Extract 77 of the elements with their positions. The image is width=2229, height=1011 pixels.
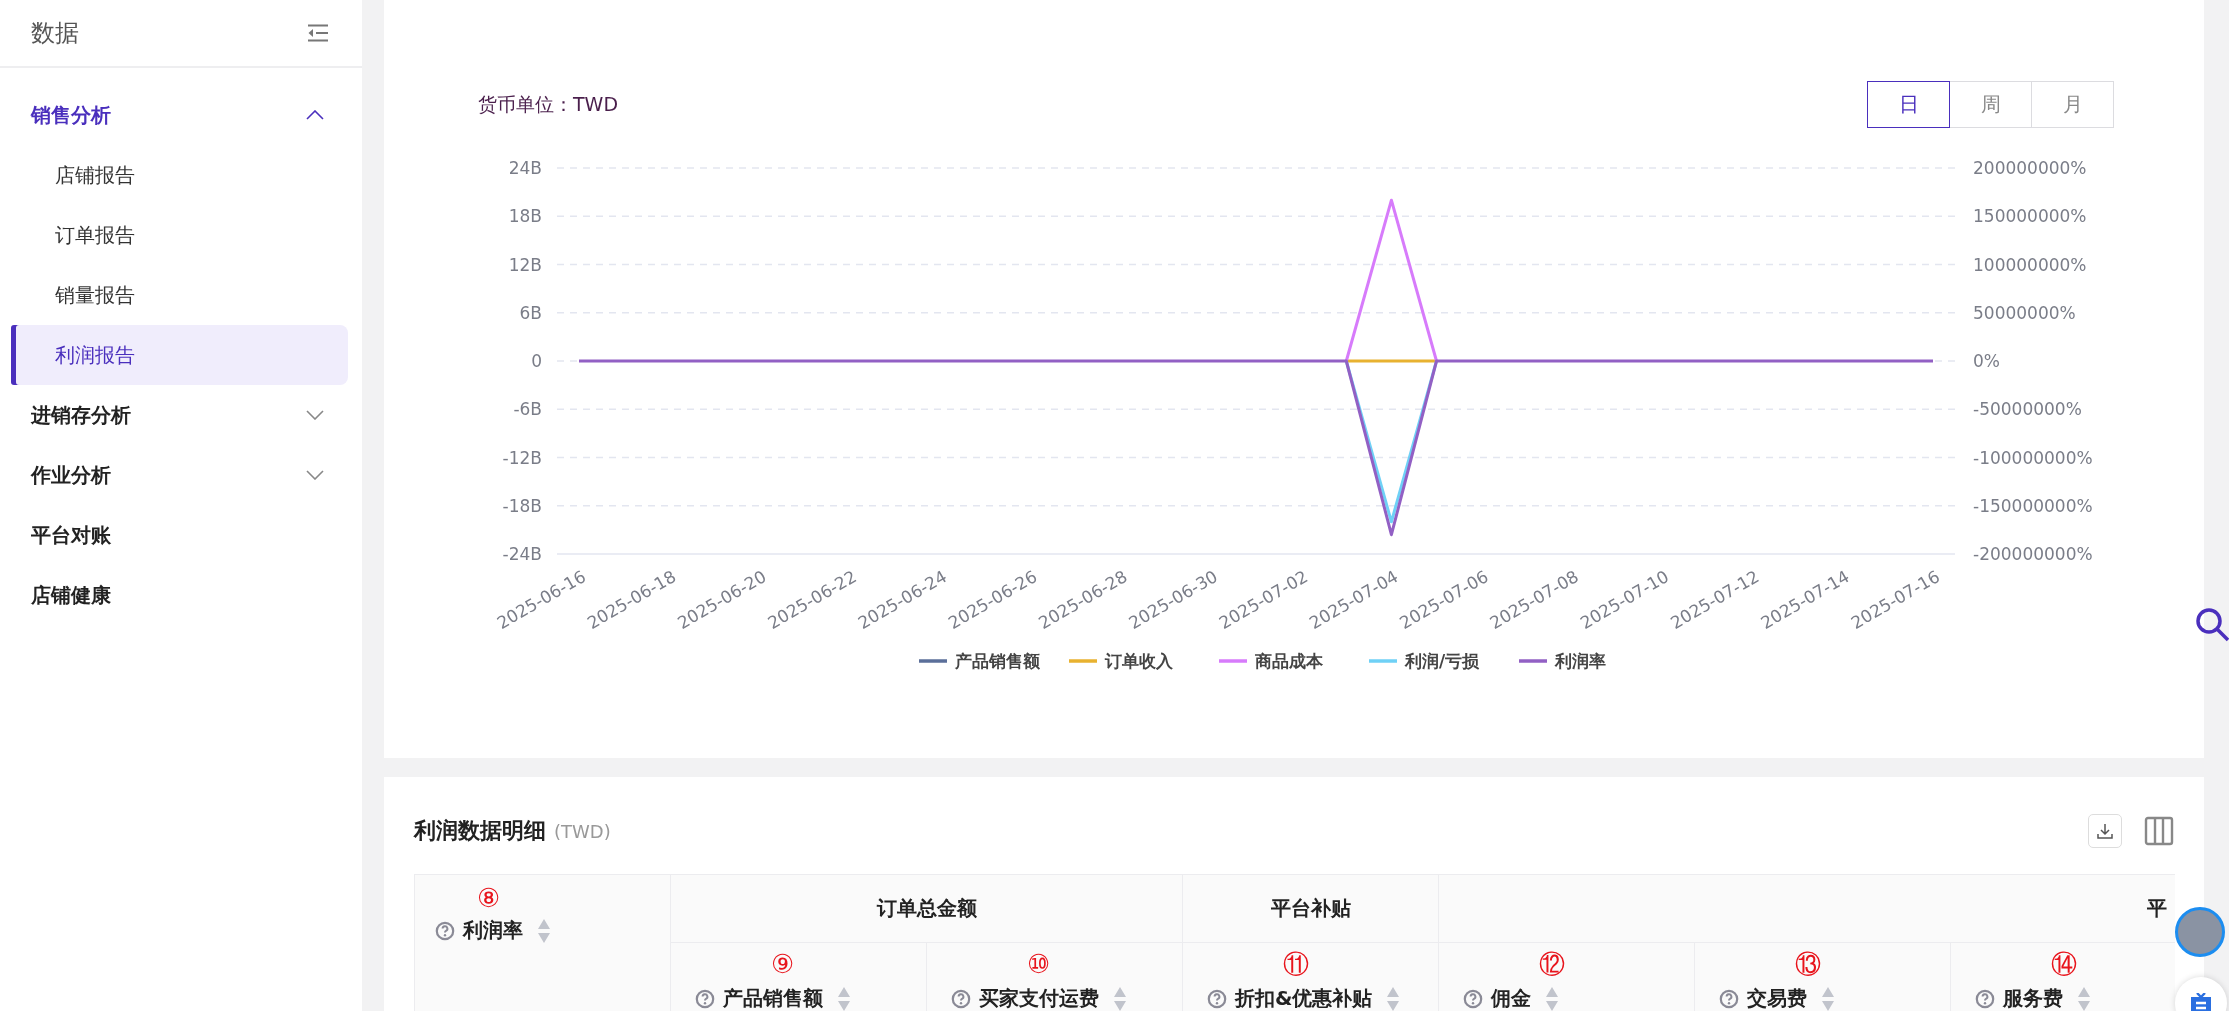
table-header-cell[interactable]: ⑨ 产品销售额 xyxy=(671,943,927,1011)
chat-icon xyxy=(2189,993,2213,1011)
legend-label: 订单收入 xyxy=(1104,651,1174,671)
legend-label: 利润/亏损 xyxy=(1404,651,1481,671)
menu-item[interactable]: 作业分析 xyxy=(0,445,362,505)
help-icon xyxy=(1463,988,1483,1009)
sort-icon[interactable] xyxy=(537,917,551,944)
y-axis-label: -150000000% xyxy=(1973,495,2093,516)
y-axis-label: 24B xyxy=(508,158,542,178)
y-axis-label: -100000000% xyxy=(1973,447,2093,468)
avatar[interactable] xyxy=(2175,907,2225,957)
sort-icon[interactable] xyxy=(1821,985,1835,1011)
y-axis-label: 0% xyxy=(1973,351,2000,371)
y-axis-label: -24B xyxy=(502,544,542,564)
y-axis-label: 150000000% xyxy=(1973,206,2087,227)
help-icon xyxy=(1975,988,1995,1009)
submenu-item[interactable]: 店铺报告 xyxy=(11,145,348,205)
help-icon xyxy=(951,988,971,1009)
group-header: 平台补贴 xyxy=(1270,895,1351,922)
legend-label: 利润率 xyxy=(1554,651,1606,671)
submenu-item[interactable]: 销量报告 xyxy=(11,265,348,325)
help-icon xyxy=(1207,988,1227,1009)
sort-icon[interactable] xyxy=(837,985,851,1011)
menu-item[interactable]: 进销存分析 xyxy=(0,385,362,445)
legend-item[interactable]: 利润率 xyxy=(1519,651,1606,671)
columns-icon[interactable] xyxy=(2144,815,2174,846)
y-axis-label: 6B xyxy=(519,302,542,323)
legend-item[interactable]: 利润/亏损 xyxy=(1369,651,1480,671)
legend-label: 商品成本 xyxy=(1254,651,1324,671)
sort-icon[interactable] xyxy=(2077,985,2091,1011)
y-axis-label: -12B xyxy=(502,447,542,468)
sidebar-title: 数据 xyxy=(31,18,79,49)
sort-icon[interactable] xyxy=(1113,985,1127,1011)
sort-icon[interactable] xyxy=(1545,985,1559,1011)
search-icon[interactable] xyxy=(2195,607,2229,643)
help-icon xyxy=(695,988,715,1009)
chevron-down-icon xyxy=(306,410,324,420)
chevron-down-icon xyxy=(306,470,324,480)
y-axis-label: 18B xyxy=(508,206,542,227)
table-header-cell[interactable]: ⑩ 买家支付运费 xyxy=(927,943,1183,1011)
y-axis-label: -200000000% xyxy=(1973,544,2093,564)
y-axis-label: 50000000% xyxy=(1973,302,2076,323)
group-header: 订单总金额 xyxy=(876,895,977,922)
submenu-item[interactable]: 利润报告 xyxy=(11,325,348,385)
period-tab[interactable]: 周 xyxy=(1949,81,2032,128)
table-header-cell[interactable]: ⑪ 折扣&优惠补贴 xyxy=(1183,943,1439,1011)
collapse-menu-icon[interactable] xyxy=(307,24,329,42)
menu-item[interactable]: 销售分析 xyxy=(0,85,362,145)
menu-item[interactable]: 店铺健康 xyxy=(0,565,362,625)
table-header-cell[interactable]: ⑬ 交易费 xyxy=(1695,943,1951,1011)
y-axis-label: -6B xyxy=(513,399,542,420)
chevron-up-icon xyxy=(306,110,324,120)
y-axis-label: 100000000% xyxy=(1973,254,2087,275)
legend-item[interactable]: 产品销售额 xyxy=(919,651,1040,671)
y-axis-label: -50000000% xyxy=(1973,399,2082,420)
legend-item[interactable]: 订单收入 xyxy=(1069,651,1173,671)
download-button[interactable] xyxy=(2088,813,2122,848)
submenu-item[interactable]: 订单报告 xyxy=(11,205,348,265)
table-header-cell[interactable]: ⑫ 佣金 xyxy=(1439,943,1695,1011)
menu-item[interactable]: 平台对账 xyxy=(0,505,362,565)
group-header: 平 xyxy=(2147,895,2167,922)
currency-unit: (TWD) xyxy=(554,820,611,842)
y-axis-label: 0 xyxy=(531,351,542,371)
y-axis-label: -18B xyxy=(502,495,542,516)
table-header-cell[interactable]: ⑧ 利润率 xyxy=(415,875,671,1011)
legend-label: 产品销售额 xyxy=(954,651,1041,671)
table-title: 利润数据明细 xyxy=(414,816,546,845)
y-axis-label: 200000000% xyxy=(1973,158,2087,178)
legend-item[interactable]: 商品成本 xyxy=(1219,651,1323,671)
help-icon xyxy=(1719,988,1739,1009)
sort-icon[interactable] xyxy=(1386,985,1401,1011)
currency-label: 货币单位：TWD xyxy=(478,91,619,117)
period-tab[interactable]: 月 xyxy=(2031,81,2114,128)
help-icon xyxy=(435,920,455,941)
period-tab[interactable]: 日 xyxy=(1867,81,1950,128)
download-icon xyxy=(2096,821,2114,840)
y-axis-label: 12B xyxy=(508,254,542,275)
